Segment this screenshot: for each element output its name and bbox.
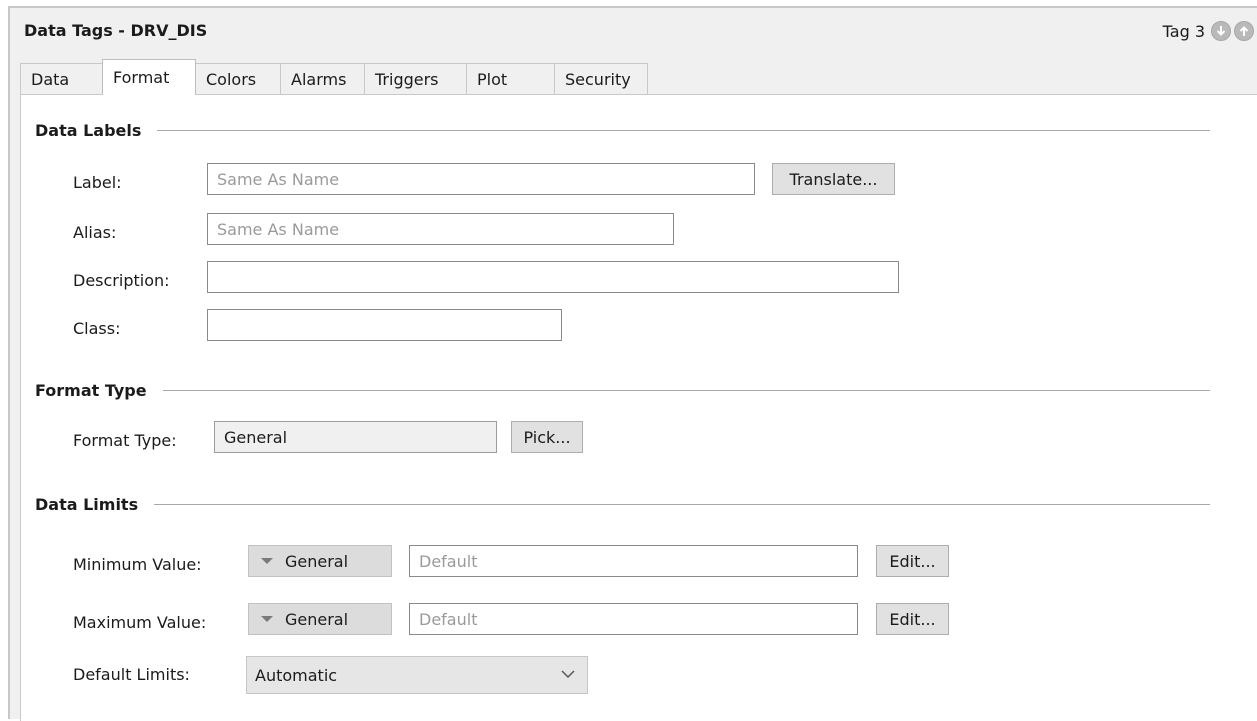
tab-colors[interactable]: Colors	[195, 63, 281, 95]
data-limits-section-header: Data Limits	[35, 495, 1210, 514]
class-input[interactable]	[207, 309, 562, 341]
description-caption: Description:	[73, 271, 170, 290]
maximum-value-input[interactable]: Default	[409, 603, 858, 635]
format-type-caption: Format Type:	[73, 431, 177, 450]
tab-strip: Data Format Colors Alarms Triggers Plot …	[20, 59, 648, 95]
alias-caption: Alias:	[73, 223, 117, 242]
section-title: Data Limits	[35, 495, 139, 514]
label-caption: Label:	[73, 173, 122, 192]
class-caption: Class:	[73, 319, 121, 338]
label-input[interactable]: Same As Name	[207, 163, 755, 195]
section-title: Format Type	[35, 381, 147, 400]
minimum-value-input[interactable]: Default	[409, 545, 858, 577]
format-type-field: General	[214, 421, 497, 453]
window-title: Data Tags - DRV_DIS	[24, 21, 208, 40]
minimum-edit-button[interactable]: Edit...	[876, 545, 949, 577]
maximum-type-dropdown[interactable]: General	[248, 603, 392, 635]
description-input[interactable]	[207, 261, 899, 293]
data-tags-window: Data Tags - DRV_DIS Tag 3 Data Format Co…	[8, 6, 1257, 721]
chevron-down-icon	[561, 670, 575, 679]
default-limits-caption: Default Limits:	[73, 665, 190, 684]
tab-triggers[interactable]: Triggers	[364, 63, 467, 95]
tag-navigator: Tag 3	[1163, 16, 1257, 46]
minimum-type-dropdown[interactable]: General	[248, 545, 392, 577]
section-title: Data Labels	[35, 121, 142, 140]
maximum-edit-button[interactable]: Edit...	[876, 603, 949, 635]
tab-format[interactable]: Format	[102, 59, 196, 95]
data-labels-section-header: Data Labels	[35, 121, 1210, 140]
alias-placeholder: Same As Name	[217, 219, 340, 239]
triangle-down-icon	[261, 616, 273, 622]
label-placeholder: Same As Name	[217, 169, 340, 189]
tab-data[interactable]: Data	[20, 63, 103, 95]
arrow-up-circle-icon[interactable]	[1234, 21, 1254, 41]
minimum-value-placeholder: Default	[419, 551, 478, 571]
tab-plot[interactable]: Plot	[466, 63, 555, 95]
triangle-down-icon	[261, 558, 273, 564]
section-divider	[162, 390, 1210, 391]
minimum-value-caption: Minimum Value:	[73, 555, 202, 574]
title-bar: Data Tags - DRV_DIS Tag 3	[10, 8, 1257, 56]
section-divider	[157, 130, 1210, 131]
arrow-down-circle-icon[interactable]	[1211, 21, 1231, 41]
default-limits-select[interactable]: Automatic	[246, 656, 588, 694]
maximum-value-caption: Maximum Value:	[73, 613, 207, 632]
section-divider	[154, 504, 1210, 505]
alias-input[interactable]: Same As Name	[207, 213, 674, 245]
maximum-value-placeholder: Default	[419, 609, 478, 629]
format-type-section-header: Format Type	[35, 381, 1210, 400]
translate-button[interactable]: Translate...	[772, 163, 895, 195]
tab-alarms[interactable]: Alarms	[280, 63, 365, 95]
format-tab-panel: Data Labels Label: Same As Name Translat…	[20, 94, 1257, 721]
tag-index-label: Tag 3	[1162, 21, 1205, 41]
pick-button[interactable]: Pick...	[511, 421, 583, 453]
tab-security[interactable]: Security	[554, 63, 648, 95]
